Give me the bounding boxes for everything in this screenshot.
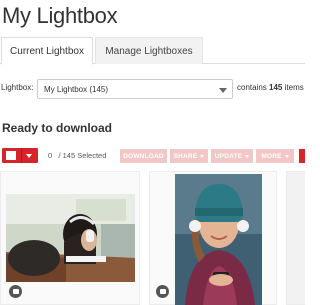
lightbox-label: Lightbox:: [1, 83, 34, 92]
tab-manage-lightboxes[interactable]: Manage Lightboxes: [95, 37, 203, 64]
download-button[interactable]: DOWNLOAD: [120, 149, 167, 163]
lightbox-item-count: contains 145 items: [237, 83, 304, 92]
caret-down-icon: [200, 154, 205, 158]
more-button[interactable]: MORE: [256, 149, 294, 163]
note-icon[interactable]: [156, 285, 169, 298]
woman-headphones-image: [175, 174, 262, 305]
update-button[interactable]: UPDATE: [211, 149, 253, 163]
more-label: MORE: [261, 152, 282, 160]
item-thumbnail[interactable]: [175, 174, 262, 305]
checkbox-icon: [6, 151, 16, 160]
lightbox-item-card[interactable]: [149, 171, 277, 305]
section-title: Ready to download: [2, 121, 113, 135]
contains-prefix: contains: [237, 83, 270, 92]
download-label: DOWNLOAD: [123, 152, 164, 160]
selected-count-value: 0: [48, 151, 53, 160]
selected-total: / 145 Selected: [58, 151, 107, 160]
select-all-button[interactable]: [2, 148, 38, 163]
contains-suffix: items: [282, 83, 304, 92]
caret-down-icon: [26, 154, 32, 158]
lightbox-select[interactable]: My Lightbox (145): [37, 79, 233, 99]
page-title: My Lightbox: [2, 3, 118, 28]
student-headphones-image: [6, 194, 135, 282]
select-divider: [21, 148, 22, 163]
chevron-down-icon: [219, 88, 227, 93]
lightbox-item-card[interactable]: [0, 171, 140, 305]
tab-current-lightbox[interactable]: Current Lightbox: [1, 37, 93, 65]
selection-toolbar: 0 / 145 Selected DOWNLOAD SHARE UPDATE M…: [0, 148, 305, 164]
contains-count: 145: [269, 83, 283, 92]
share-button[interactable]: SHARE: [170, 149, 208, 163]
item-thumbnail[interactable]: [6, 194, 135, 282]
toolbar-edge-button[interactable]: [299, 149, 305, 163]
lightbox-item-card[interactable]: [286, 171, 305, 305]
selected-count: 0 / 145 Selected: [48, 151, 106, 160]
note-icon[interactable]: [9, 285, 22, 298]
caret-down-icon: [284, 154, 289, 158]
lightbox-tabs: Current Lightbox Manage Lightboxes: [0, 37, 305, 65]
caret-down-icon: [245, 154, 250, 158]
lightbox-select-value: My Lightbox (145): [44, 85, 109, 94]
update-label: UPDATE: [214, 152, 243, 160]
share-label: SHARE: [173, 152, 198, 160]
lightbox-selector-row: Lightbox: My Lightbox (145) contains 145…: [0, 78, 305, 100]
